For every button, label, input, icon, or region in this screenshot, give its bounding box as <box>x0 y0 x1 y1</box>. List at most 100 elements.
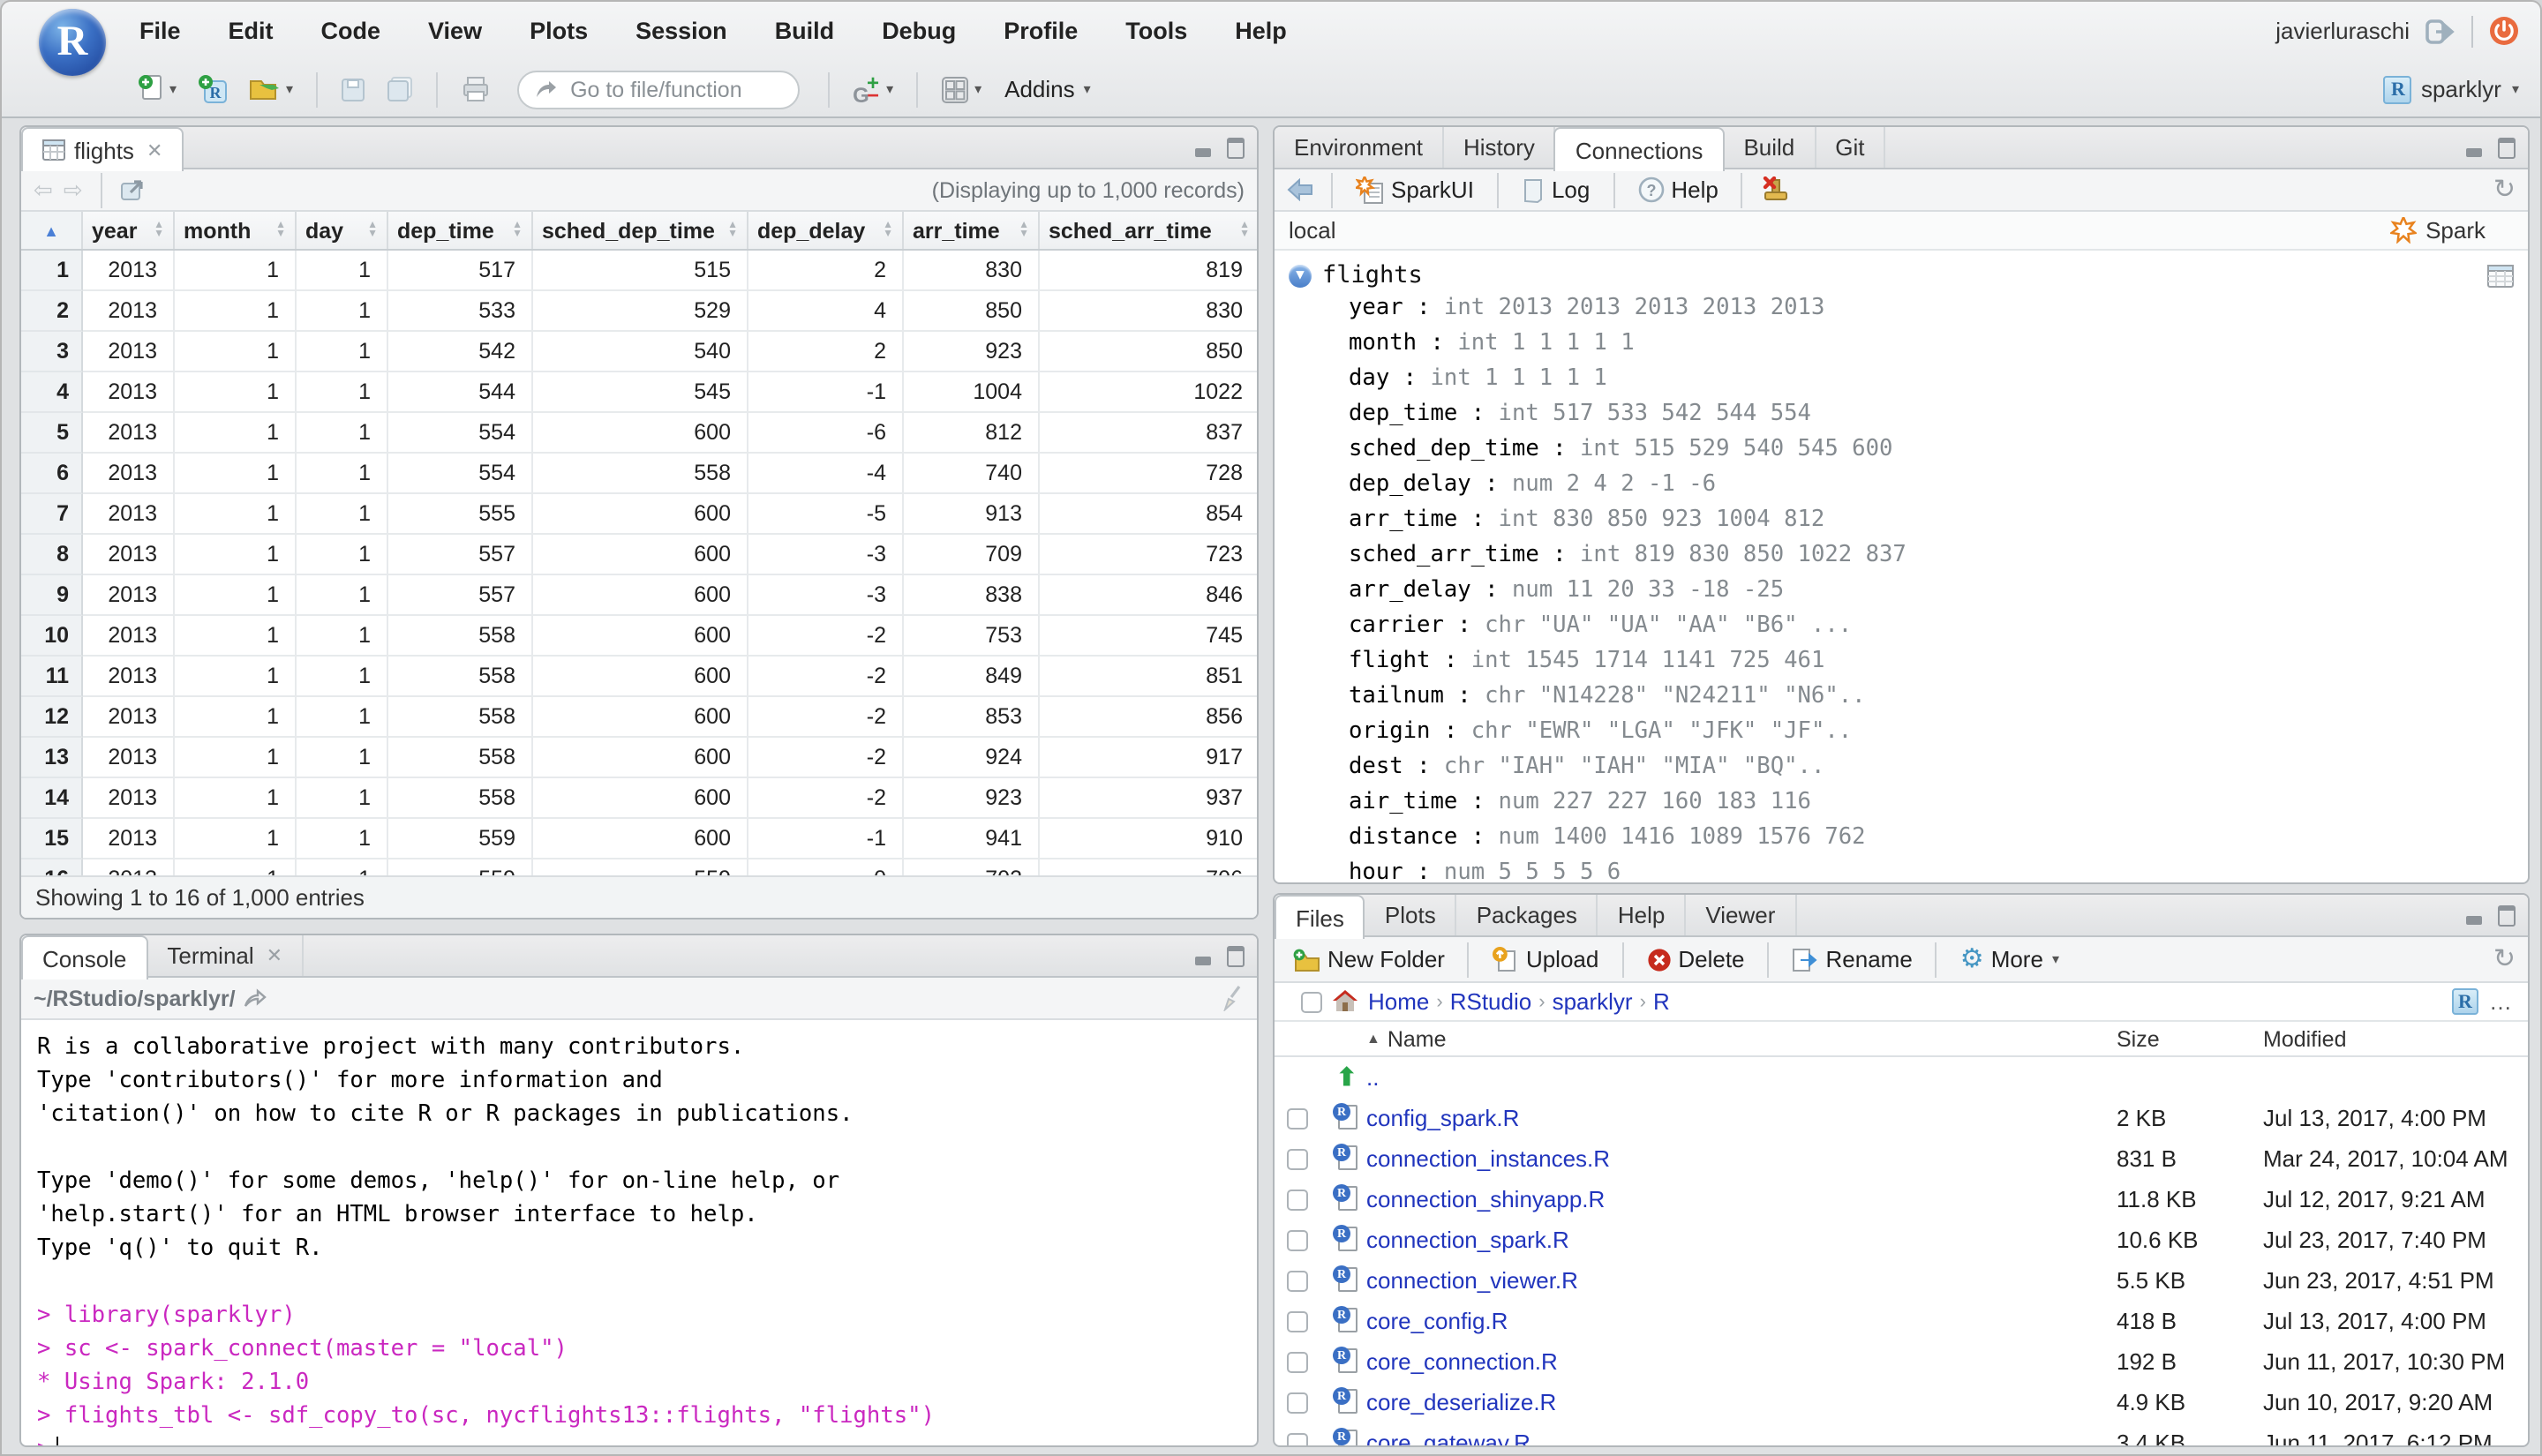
back-icon[interactable] <box>1287 178 1313 201</box>
file-link[interactable]: core_deserialize.R <box>1366 1389 2117 1415</box>
view-table-icon[interactable] <box>2487 264 2514 287</box>
pane-layout-button[interactable]: ▾ <box>936 71 987 107</box>
maximize-pane-icon[interactable] <box>2498 905 2516 927</box>
table-row[interactable]: 6 2013 1 1 554 558 -4 740 728 <box>21 454 1257 494</box>
breadcrumb-sparklyr[interactable]: sparklyr <box>1553 988 1633 1015</box>
menu-code[interactable]: Code <box>321 18 381 44</box>
new-project-button[interactable]: R <box>192 71 233 108</box>
file-link[interactable]: core_gateway.R <box>1366 1430 2117 1445</box>
parent-directory-link[interactable]: .. <box>1366 1064 2117 1091</box>
minimize-pane-icon[interactable] <box>1195 139 1216 157</box>
clear-console-icon[interactable] <box>1220 985 1245 1011</box>
tab-connections[interactable]: Connections <box>1553 127 1725 171</box>
file-row[interactable]: Rconnection_viewer.R 5.5 KB Jun 23, 2017, … <box>1275 1260 2528 1301</box>
table-row[interactable]: 10 2013 1 1 558 600 -2 753 745 <box>21 616 1257 657</box>
quit-session-button[interactable] <box>2489 16 2519 46</box>
file-link[interactable]: config_spark.R <box>1366 1105 2117 1131</box>
menu-help[interactable]: Help <box>1235 18 1287 44</box>
open-file-button[interactable]: ▾ <box>244 72 298 106</box>
tab-plots[interactable]: Plots <box>1365 895 1457 935</box>
table-row[interactable]: 4 2013 1 1 544 545 -1 1004 1022 <box>21 372 1257 413</box>
file-checkbox[interactable] <box>1287 1189 1308 1210</box>
table-row[interactable]: 9 2013 1 1 557 600 -3 838 846 <box>21 575 1257 616</box>
tab-flights[interactable]: flights ✕ <box>21 127 184 171</box>
file-row[interactable]: Rconnection_shinyapp.R 11.8 KB Jul 12, 201… <box>1275 1179 2528 1220</box>
minimize-pane-icon[interactable] <box>2466 139 2487 157</box>
tab-git[interactable]: Git <box>1816 127 1886 168</box>
more-path-button[interactable]: … <box>2489 988 2514 1015</box>
column-header-day[interactable]: day ▲ ▼ <box>297 212 388 249</box>
select-all-checkbox[interactable] <box>1301 991 1322 1012</box>
column-header-dep-time[interactable]: dep_time ▲ ▼ <box>388 212 533 249</box>
file-row[interactable]: Rcore_connection.R 192 B Jun 11, 2017, 10:… <box>1275 1341 2528 1382</box>
print-button[interactable] <box>455 72 496 106</box>
version-control-button[interactable]: + − G ▾ <box>847 70 899 109</box>
menu-view[interactable]: View <box>428 18 482 44</box>
tab-build[interactable]: Build <box>1724 127 1816 168</box>
back-icon[interactable]: ⇦ <box>34 176 53 204</box>
tab-files[interactable]: Files <box>1275 895 1365 939</box>
disconnect-icon[interactable] <box>1761 176 1789 204</box>
tab-environment[interactable]: Environment <box>1275 127 1444 168</box>
file-link[interactable]: connection_viewer.R <box>1366 1267 2117 1294</box>
file-checkbox[interactable] <box>1287 1392 1308 1413</box>
new-folder-button[interactable]: New Folder <box>1287 944 1450 974</box>
forward-icon[interactable]: ⇨ <box>64 176 83 204</box>
file-checkbox[interactable] <box>1287 1270 1308 1291</box>
file-row[interactable]: Rcore_deserialize.R 4.9 KB Jun 10, 2017, 9… <box>1275 1382 2528 1422</box>
maximize-pane-icon[interactable] <box>1227 138 1245 159</box>
project-menu[interactable]: sparklyr <box>2421 76 2501 102</box>
tab-help[interactable]: Help <box>1598 895 1687 935</box>
refresh-icon[interactable]: ↻ <box>2493 946 2516 972</box>
table-row[interactable]: 2 2013 1 1 533 529 4 850 830 <box>21 291 1257 332</box>
project-files-icon[interactable]: R <box>2452 988 2478 1015</box>
file-row[interactable]: Rcore_gateway.R 3.4 KB Jun 11, 2017, 6:12 … <box>1275 1422 2528 1445</box>
tab-viewer[interactable]: Viewer <box>1686 895 1797 935</box>
table-row[interactable]: 13 2013 1 1 558 600 -2 924 917 <box>21 738 1257 778</box>
sign-out-icon[interactable] <box>2425 19 2456 43</box>
maximize-pane-icon[interactable] <box>1227 946 1245 967</box>
file-row[interactable]: Rconfig_spark.R 2 KB Jul 13, 2017, 4:00 PM <box>1275 1098 2528 1138</box>
file-row[interactable]: Rconnection_spark.R 10.6 KB Jul 23, 2017, … <box>1275 1220 2528 1260</box>
column-header-arr-time[interactable]: arr_time ▲ ▼ <box>904 212 1040 249</box>
column-header-modified[interactable]: Modified <box>2263 1026 2528 1051</box>
column-header-year[interactable]: year ▲ ▼ <box>83 212 175 249</box>
maximize-pane-icon[interactable] <box>2498 138 2516 159</box>
log-button[interactable]: Log <box>1516 175 1595 205</box>
menu-tools[interactable]: Tools <box>1125 18 1187 44</box>
file-link[interactable]: connection_shinyapp.R <box>1366 1186 2117 1212</box>
breadcrumb-r[interactable]: R <box>1653 988 1670 1015</box>
home-icon[interactable] <box>1333 990 1357 1013</box>
close-tab-icon[interactable]: ✕ <box>267 944 282 967</box>
file-row[interactable]: Rconnection_instances.R 831 B Mar 24, 2017… <box>1275 1138 2528 1179</box>
console-output[interactable]: R is a collaborative project with many c… <box>21 1020 1257 1445</box>
file-checkbox[interactable] <box>1287 1107 1308 1129</box>
row-number-header[interactable]: ▲ <box>21 212 83 249</box>
breadcrumb-rstudio[interactable]: RStudio <box>1450 988 1532 1015</box>
tab-history[interactable]: History <box>1444 127 1556 168</box>
column-header-size[interactable]: Size <box>2117 1026 2263 1051</box>
menu-debug[interactable]: Debug <box>882 18 956 44</box>
table-row[interactable]: 12 2013 1 1 558 600 -2 853 856 <box>21 697 1257 738</box>
goto-directory-icon[interactable] <box>244 988 267 1008</box>
parent-directory-row[interactable]: ⬆.. <box>1275 1057 2528 1098</box>
goto-file-input[interactable] <box>567 75 779 103</box>
file-checkbox[interactable] <box>1287 1310 1308 1332</box>
sparkui-button[interactable]: SparkUI <box>1350 174 1479 206</box>
more-menu-button[interactable]: ⚙ More ▾ <box>1955 944 2064 974</box>
file-checkbox[interactable] <box>1287 1229 1308 1250</box>
table-row[interactable]: 11 2013 1 1 558 600 -2 849 851 <box>21 657 1257 697</box>
table-row[interactable]: 1 2013 1 1 517 515 2 830 819 <box>21 251 1257 291</box>
menu-session[interactable]: Session <box>636 18 727 44</box>
table-row[interactable]: 14 2013 1 1 558 600 -2 923 937 <box>21 778 1257 819</box>
menu-plots[interactable]: Plots <box>530 18 588 44</box>
tab-packages[interactable]: Packages <box>1457 895 1598 935</box>
help-button[interactable]: ? Help <box>1632 175 1724 205</box>
tab-console[interactable]: Console <box>21 935 148 979</box>
addins-menu[interactable]: Addins ▾ <box>997 72 1098 106</box>
file-checkbox[interactable] <box>1287 1148 1308 1169</box>
column-header-sched-dep-time[interactable]: sched_dep_time ▲ ▼ <box>533 212 748 249</box>
file-link[interactable]: connection_spark.R <box>1366 1227 2117 1253</box>
table-row[interactable]: 7 2013 1 1 555 600 -5 913 854 <box>21 494 1257 535</box>
table-node-flights[interactable]: ▼ flights <box>1289 256 2514 295</box>
